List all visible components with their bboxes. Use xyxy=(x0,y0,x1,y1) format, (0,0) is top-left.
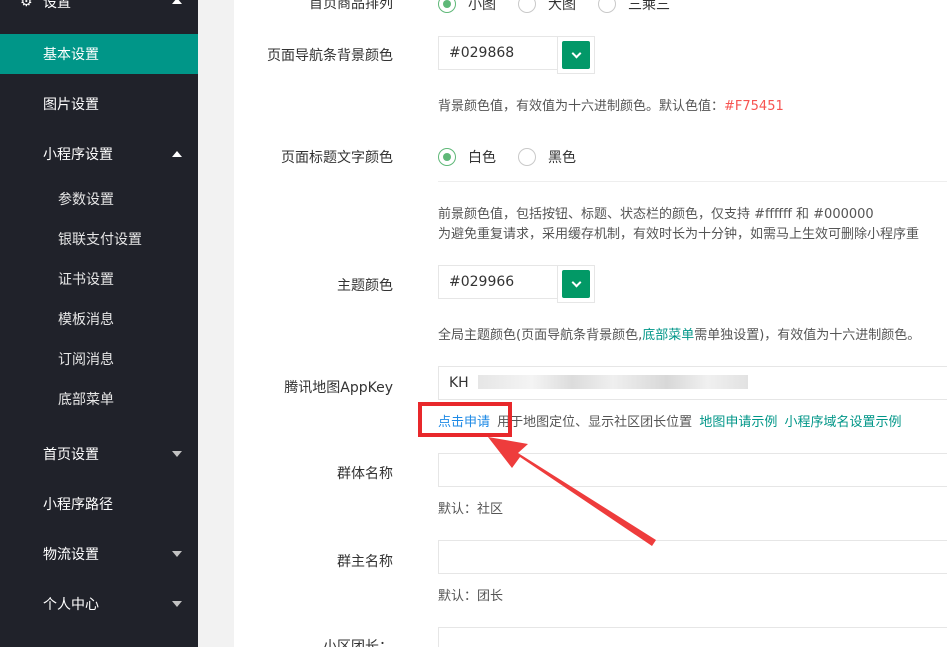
gear-icon: ⚙ xyxy=(20,0,33,10)
map-key-label: 腾讯地图AppKey xyxy=(284,380,393,396)
map-example-link[interactable]: 地图申请示例 xyxy=(699,415,777,430)
sidebar-item-subscribe-msg[interactable]: 订阅消息 xyxy=(0,339,198,379)
sidebar-item-label: 订阅消息 xyxy=(58,352,114,368)
sidebar-item-home[interactable]: 首页设置 xyxy=(0,434,198,474)
sidebar-item-cert[interactable]: 证书设置 xyxy=(0,259,198,299)
sidebar-item-logistics[interactable]: 物流设置 xyxy=(0,534,198,574)
radio-large[interactable]: 大图 xyxy=(518,0,576,14)
redacted-value xyxy=(478,375,748,389)
sidebar-item-label: 物流设置 xyxy=(43,547,99,563)
leader-name-help: 默认：团长 xyxy=(438,589,504,604)
sidebar-item-label: 基本设置 xyxy=(43,47,99,63)
sidebar-item-label: 模板消息 xyxy=(58,312,114,328)
radio-label: 大图 xyxy=(548,0,576,13)
sidebar-item-label: 银联支付设置 xyxy=(58,232,142,248)
radio-label: 白色 xyxy=(468,150,496,166)
sidebar-item-label: 小程序路径 xyxy=(43,497,113,513)
sidebar-item-label: 首页设置 xyxy=(43,447,99,463)
theme-color-label: 主题颜色 xyxy=(337,278,393,294)
title-color-label: 页面标题文字颜色 xyxy=(281,150,393,166)
domain-example-link[interactable]: 小程序域名设置示例 xyxy=(784,415,901,430)
chevron-down-icon xyxy=(571,277,581,287)
color-swatch xyxy=(562,270,590,298)
theme-color-help: 全局主题颜色(页面导航条背景颜色,底部菜单需单独设置)，有效值为十六进制颜色。 xyxy=(438,324,920,343)
theme-color-input[interactable]: #029966 xyxy=(438,265,558,299)
sidebar-item-unionpay[interactable]: 银联支付设置 xyxy=(0,219,198,259)
sidebar-item-bottom-menu[interactable]: 底部菜单 xyxy=(0,379,198,419)
sidebar-item-label: 小程序设置 xyxy=(43,147,113,163)
chevron-down-icon xyxy=(571,48,581,58)
radio-icon xyxy=(518,0,536,13)
group-name-label: 群体名称 xyxy=(337,466,393,482)
chevron-down-icon xyxy=(172,601,182,607)
chevron-up-icon xyxy=(172,151,182,157)
community-leader-input[interactable] xyxy=(438,627,947,647)
bottom-menu-link[interactable]: 底部菜单 xyxy=(642,328,694,343)
leader-name-input[interactable] xyxy=(438,540,947,574)
radio-small[interactable]: 小图 xyxy=(438,0,496,14)
goods-sort-radios: 小图 大图 三乘三 xyxy=(438,0,692,14)
sidebar-item-label: 底部菜单 xyxy=(58,392,114,408)
nav-bg-input[interactable]: #029868 xyxy=(438,36,558,70)
nav-bg-label: 页面导航条背景颜色 xyxy=(267,48,393,64)
title-color-help-2: 为避免重复请求，采用缓存机制，有效时长为十分钟，如需马上生效可删除小程序重 xyxy=(438,227,920,242)
help-text: 需单独设置)，有效值为十六进制颜色。 xyxy=(694,328,921,343)
title-color-radios: 白色 黑色 xyxy=(438,147,598,167)
radio-3x3[interactable]: 三乘三 xyxy=(598,0,670,14)
sidebar-item-label: 证书设置 xyxy=(58,272,114,288)
sidebar-item-personal[interactable]: 个人中心 xyxy=(0,584,198,624)
theme-color-picker[interactable] xyxy=(557,265,595,303)
sidebar-item-label: 参数设置 xyxy=(58,192,114,208)
sidebar-item-image[interactable]: 图片设置 xyxy=(0,84,198,124)
chevron-down-icon xyxy=(172,551,182,557)
radio-icon xyxy=(438,148,456,166)
radio-label: 黑色 xyxy=(548,150,576,166)
settings-form: 首页商品排列 小图 大图 三乘三 页面导航条背景颜色 #029868 背景颜色值… xyxy=(234,0,947,647)
content-gutter xyxy=(198,0,234,647)
color-swatch xyxy=(562,41,590,69)
radio-white[interactable]: 白色 xyxy=(438,147,496,167)
sidebar-item-path[interactable]: 小程序路径 xyxy=(0,484,198,524)
sidebar-item-template-msg[interactable]: 模板消息 xyxy=(0,299,198,339)
nav-bg-help: 背景颜色值，有效值为十六进制颜色。默认色值：#F75451 xyxy=(438,95,784,114)
sidebar-item-basic[interactable]: 基本设置 xyxy=(0,34,198,74)
community-leader-label: 小区团长： xyxy=(323,639,393,647)
help-text: 用于地图定位、显示社区团长位置 xyxy=(497,415,693,430)
radio-icon xyxy=(518,148,536,166)
sidebar-item-label: 个人中心 xyxy=(43,597,99,613)
divider xyxy=(438,181,947,182)
sidebar-item-label: 设置 xyxy=(43,0,71,11)
leader-name-label: 群主名称 xyxy=(337,554,393,570)
sidebar: ⚙ 设置 基本设置 图片设置 小程序设置 参数设置 银联支付设置 证书设置 模板… xyxy=(0,0,198,647)
chevron-up-icon xyxy=(172,0,182,4)
group-name-input[interactable] xyxy=(438,453,947,487)
title-color-help-1: 前景颜色值，包括按钮、标题、状态栏的颜色，仅支持 #ffffff 和 #0000… xyxy=(438,207,874,222)
sidebar-item-params[interactable]: 参数设置 xyxy=(0,179,198,219)
radio-black[interactable]: 黑色 xyxy=(518,147,576,167)
goods-sort-label: 首页商品排列 xyxy=(309,0,393,12)
nav-bg-color-picker[interactable] xyxy=(557,36,595,74)
highlight-box xyxy=(418,402,512,437)
chevron-down-icon xyxy=(172,451,182,457)
sidebar-item-label: 图片设置 xyxy=(43,97,99,113)
help-text: 背景颜色值，有效值为十六进制颜色。默认色值： xyxy=(438,99,725,114)
sidebar-item-miniprogram[interactable]: 小程序设置 xyxy=(0,134,198,174)
radio-icon xyxy=(438,0,456,13)
radio-label: 三乘三 xyxy=(628,0,670,13)
sidebar-item-settings[interactable]: ⚙ 设置 xyxy=(0,0,198,22)
radio-icon xyxy=(598,0,616,13)
radio-label: 小图 xyxy=(468,0,496,13)
default-color-value: #F75451 xyxy=(724,99,784,114)
group-name-help: 默认：社区 xyxy=(438,502,504,517)
help-text: 全局主题颜色(页面导航条背景颜色, xyxy=(438,328,643,343)
